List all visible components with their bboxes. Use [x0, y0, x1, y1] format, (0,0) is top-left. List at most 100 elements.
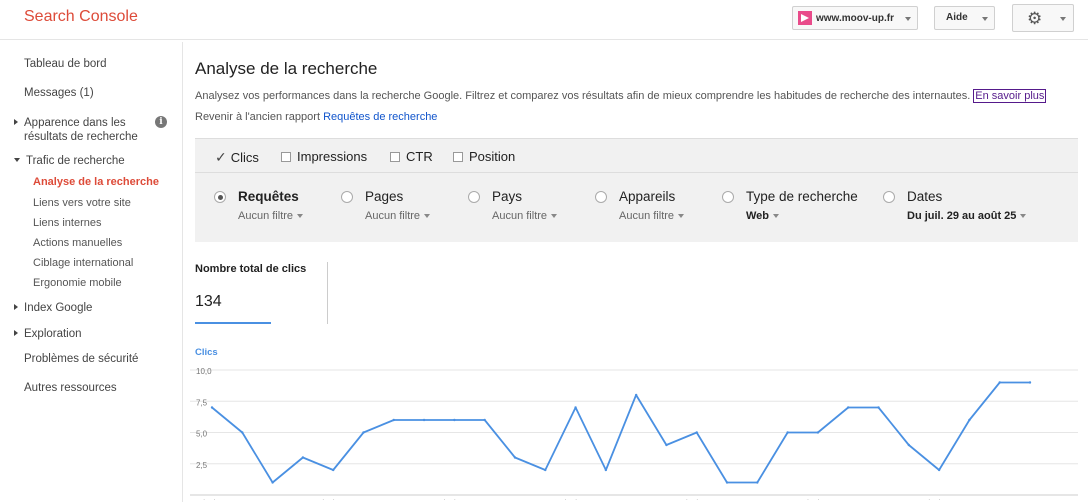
app-logo[interactable]: Search Console — [24, 8, 138, 26]
dimension-label: Pages — [365, 189, 404, 204]
sidebar: Tableau de bord Messages (1) Apparence d… — [0, 42, 183, 502]
page-description: Analysez vos performances dans la recher… — [195, 89, 1047, 103]
sidebar-item-google-index[interactable]: Index Google — [14, 302, 92, 314]
filter-label: Aucun filtre — [492, 210, 548, 222]
back-to-old-report: Revenir à l'ancien rapport Requêtes de r… — [195, 111, 437, 123]
dimension-countries[interactable]: Pays Aucun filtre — [468, 189, 558, 222]
clicks-line-chart[interactable]: 2,5 5,0 7,5 10,0 29/07/... 02/08/2015 06/08/20… — [190, 360, 1080, 500]
data-point — [604, 468, 608, 472]
metric-position[interactable]: Position — [453, 149, 515, 164]
radio-button[interactable] — [722, 190, 734, 203]
x-tick-label: 10/08/2015 — [556, 498, 594, 500]
dimension-dates[interactable]: Dates Du juil. 29 au août 25 — [883, 189, 1027, 222]
description-text: Analysez vos performances dans la recher… — [195, 90, 971, 102]
dimension-devices[interactable]: Appareils Aucun filtre — [595, 189, 685, 222]
metric-ctr[interactable]: CTR — [390, 149, 433, 164]
sidebar-item-crawl[interactable]: Exploration — [14, 328, 82, 340]
total-clicks-label: Nombre total de clics — [195, 263, 307, 275]
info-icon[interactable]: i — [155, 116, 167, 128]
help-button[interactable]: Aide — [934, 6, 995, 30]
dimension-search-type[interactable]: Type de recherche Web — [722, 189, 858, 222]
sidebar-item-other-resources[interactable]: Autres ressources — [24, 382, 117, 394]
metric-label: Position — [469, 149, 516, 164]
sidebar-subitem-internal-links[interactable]: Liens internes — [33, 217, 102, 229]
metric-clicks[interactable]: ✓ Clics — [215, 149, 259, 166]
chevron-down-icon — [982, 17, 988, 21]
x-tick-label: 29/07/... — [194, 498, 221, 500]
site-label: www.moov-up.fr — [816, 12, 894, 24]
radio-button[interactable] — [341, 190, 353, 203]
sidebar-item-dashboard[interactable]: Tableau de bord — [24, 58, 106, 70]
data-point — [816, 431, 820, 434]
dimension-label: Appareils — [619, 189, 676, 204]
filter-label: Du juil. 29 au août 25 — [907, 210, 1017, 222]
expand-icon — [14, 118, 18, 125]
data-point — [907, 443, 911, 447]
checkmark-icon: ✓ — [215, 149, 227, 165]
data-point — [271, 481, 274, 484]
sidebar-subitem-international-targeting[interactable]: Ciblage international — [33, 257, 133, 269]
x-tick-label: 06/08/2015 — [434, 498, 472, 500]
sidebar-subitem-mobile-usability[interactable]: Ergonomie mobile — [33, 277, 122, 289]
y-tick-label: 5,0 — [196, 430, 208, 439]
data-point — [786, 431, 789, 434]
data-point — [1028, 381, 1032, 384]
sidebar-item-messages[interactable]: Messages (1) — [24, 87, 94, 99]
dimension-label: Pays — [492, 189, 523, 204]
radio-button[interactable] — [883, 190, 895, 203]
y-tick-label: 7,5 — [196, 398, 208, 407]
data-point — [483, 418, 486, 422]
sidebar-item-search-traffic[interactable]: Trafic de recherche — [14, 155, 125, 167]
dimension-label: Dates — [907, 189, 943, 204]
sidebar-item-search-appearance[interactable]: Apparence dans les résultats de recherch… — [14, 116, 138, 144]
sidebar-item-label: Index Google — [24, 302, 93, 314]
filter-panel: ✓ Clics Impressions CTR Position Requête… — [195, 138, 1078, 242]
radio-button[interactable] — [214, 190, 226, 203]
dimension-filter-dropdown[interactable]: Du juil. 29 au août 25 — [907, 210, 1027, 222]
data-point — [634, 393, 638, 397]
metric-label: Clics — [230, 150, 259, 165]
sidebar-subitem-search-analytics[interactable]: Analyse de la recherche — [33, 176, 159, 188]
filter-label: Aucun filtre — [619, 210, 675, 222]
filter-label: Web — [746, 210, 770, 222]
dimension-filter-dropdown[interactable]: Aucun filtre — [492, 210, 558, 222]
data-point — [695, 431, 698, 434]
y-tick-label: 10,0 — [196, 367, 212, 376]
data-point — [877, 406, 880, 409]
radio-button[interactable] — [468, 190, 480, 203]
learn-more-link[interactable]: En savoir plus — [973, 89, 1047, 103]
chevron-down-icon — [424, 214, 431, 218]
search-queries-link[interactable]: Requêtes de recherche — [323, 111, 437, 123]
checkbox[interactable] — [281, 151, 291, 162]
sidebar-item-security-issues[interactable]: Problèmes de sécurité — [24, 353, 138, 365]
expand-icon — [14, 329, 18, 336]
dimension-filter-dropdown[interactable]: Aucun filtre — [619, 210, 685, 222]
chart-title: Clics — [195, 347, 218, 358]
checkbox[interactable] — [453, 151, 463, 162]
dimension-queries[interactable]: Requêtes Aucun filtre — [214, 189, 304, 222]
data-point — [998, 381, 1001, 384]
sidebar-subitem-manual-actions[interactable]: Actions manuelles — [33, 237, 122, 249]
checkbox[interactable] — [390, 151, 400, 162]
data-point — [756, 481, 759, 484]
total-clicks-value: 134 — [195, 293, 222, 310]
x-tick-label: 22/08/2015 — [919, 498, 957, 500]
data-point — [665, 443, 668, 447]
radio-button[interactable] — [595, 190, 607, 203]
dimension-filter-dropdown[interactable]: Aucun filtre — [238, 210, 304, 222]
sidebar-subitem-links-to-site[interactable]: Liens vers votre site — [33, 197, 131, 209]
dimension-filter-dropdown[interactable]: Aucun filtre — [365, 210, 431, 222]
chevron-down-icon — [1020, 214, 1027, 218]
settings-button[interactable]: ⚙ — [1012, 4, 1074, 32]
metric-impressions[interactable]: Impressions — [281, 149, 367, 164]
data-point — [422, 418, 426, 422]
data-point — [392, 418, 395, 422]
dimension-filter-dropdown[interactable]: Web — [746, 210, 858, 222]
chevron-down-icon — [551, 214, 558, 218]
total-clicks-accent-bar — [195, 322, 271, 324]
sidebar-item-label: Exploration — [24, 328, 82, 340]
data-point — [331, 468, 335, 472]
dimension-label: Requêtes — [238, 189, 299, 204]
site-selector[interactable]: www.moov-up.fr — [792, 6, 918, 30]
dimension-pages[interactable]: Pages Aucun filtre — [341, 189, 431, 222]
